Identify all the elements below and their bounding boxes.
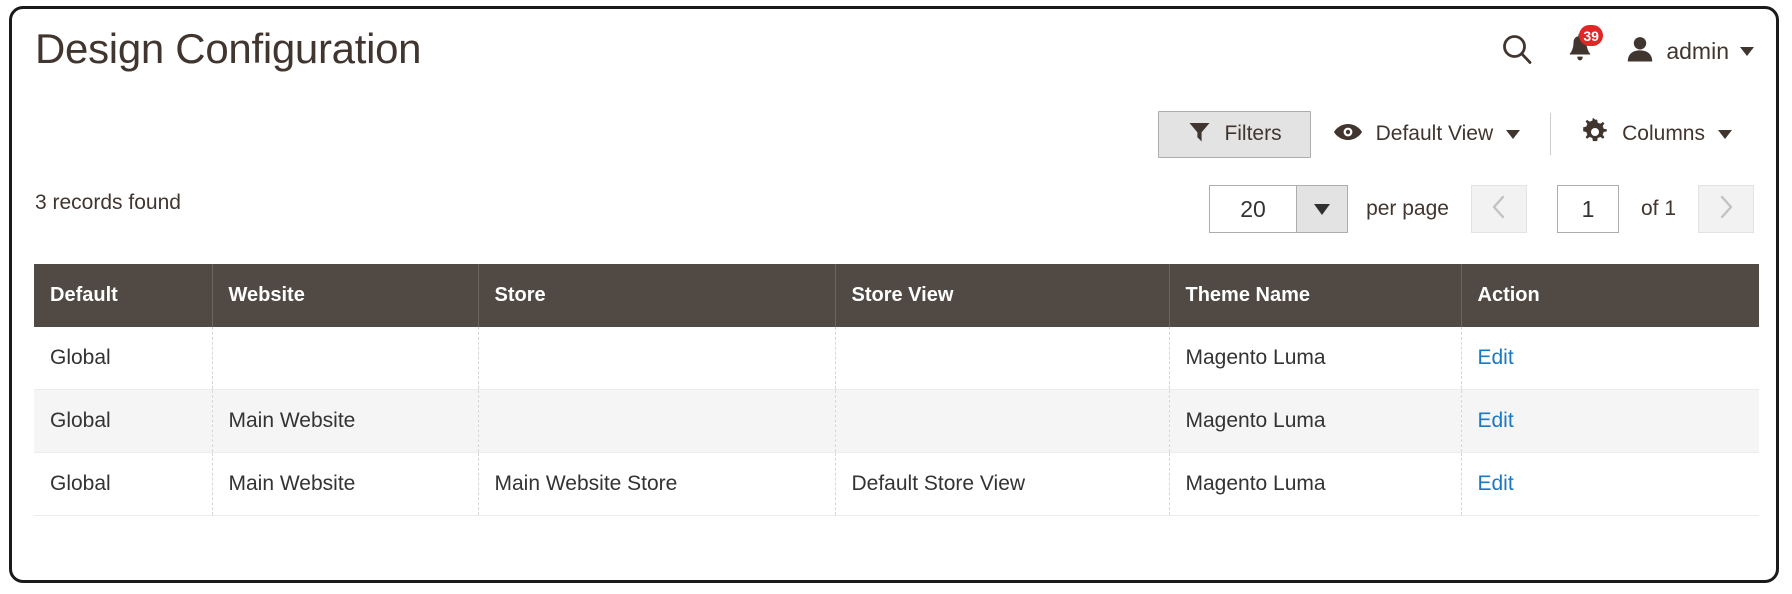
- grid-toolbar: Filters Default View Columns: [1158, 110, 1754, 158]
- funnel-icon: [1187, 119, 1212, 149]
- cell-website: Main Website: [212, 452, 479, 516]
- chevron-right-icon: [1717, 194, 1735, 225]
- cell-store-view: Default Store View: [835, 452, 1170, 516]
- cell-store: [478, 389, 836, 453]
- page-header: Design Configuration 39 admin: [12, 9, 1776, 107]
- cell-store: Main Website Store: [478, 452, 836, 516]
- cell-default: Global: [34, 327, 213, 390]
- bookmarks-view-selector[interactable]: Default View: [1311, 110, 1543, 158]
- per-page-selector[interactable]: 20: [1209, 185, 1349, 233]
- toolbar-divider: [1550, 113, 1552, 155]
- chevron-down-icon: [1718, 129, 1732, 139]
- cell-website: Main Website: [212, 389, 479, 453]
- cell-store-view: [835, 389, 1170, 453]
- column-header-action: Action: [1461, 264, 1759, 327]
- pagination-controls: 20 per page 1 of 1: [1209, 185, 1754, 233]
- cell-website: [212, 327, 479, 390]
- columns-selector[interactable]: Columns: [1559, 110, 1754, 158]
- notification-count-badge: 39: [1579, 25, 1603, 46]
- cell-default: Global: [34, 452, 213, 516]
- filters-button[interactable]: Filters: [1158, 110, 1311, 158]
- page-title: Design Configuration: [35, 25, 422, 72]
- cell-action: Edit: [1461, 389, 1759, 453]
- column-header-store[interactable]: Store: [478, 264, 836, 327]
- table-header-row: Default Website Store Store View Theme N…: [34, 264, 1759, 327]
- search-button[interactable]: [1489, 27, 1545, 75]
- cell-default: Global: [34, 389, 213, 453]
- search-icon: [1500, 32, 1534, 71]
- cell-action: Edit: [1461, 452, 1759, 516]
- records-found-label: 3 records found: [35, 191, 181, 214]
- cell-store: [478, 327, 836, 390]
- default-view-label: Default View: [1375, 122, 1494, 145]
- admin-account-menu[interactable]: admin: [1615, 34, 1754, 69]
- total-pages-label: of 1: [1640, 197, 1676, 220]
- admin-username: admin: [1666, 37, 1729, 64]
- filters-label: Filters: [1224, 122, 1282, 145]
- cell-store-view: [835, 327, 1170, 390]
- next-page-button[interactable]: [1698, 185, 1754, 233]
- edit-link[interactable]: Edit: [1478, 346, 1514, 369]
- chevron-down-icon: [1314, 203, 1331, 215]
- table-row[interactable]: Global Main Website Magento Luma Edit: [34, 389, 1759, 453]
- design-configuration-grid: Default Website Store Store View Theme N…: [34, 264, 1759, 516]
- eye-icon: [1333, 121, 1363, 148]
- column-header-website[interactable]: Website: [212, 264, 479, 327]
- cell-theme-name: Magento Luma: [1169, 327, 1462, 390]
- table-row[interactable]: Global Magento Luma Edit: [34, 327, 1759, 390]
- column-header-default[interactable]: Default: [34, 264, 213, 327]
- admin-page-frame: Design Configuration 39 admin Filters De…: [9, 6, 1779, 583]
- per-page-dropdown-toggle[interactable]: [1296, 186, 1348, 232]
- chevron-down-icon: [1740, 46, 1754, 56]
- per-page-value: 20: [1210, 186, 1297, 232]
- current-page-input[interactable]: 1: [1556, 185, 1619, 233]
- user-avatar-icon: [1625, 34, 1655, 69]
- cell-theme-name: Magento Luma: [1169, 389, 1462, 453]
- cell-action: Edit: [1461, 327, 1759, 390]
- edit-link[interactable]: Edit: [1478, 409, 1514, 432]
- table-row[interactable]: Global Main Website Main Website Store D…: [34, 452, 1759, 516]
- gear-icon: [1581, 117, 1609, 151]
- chevron-down-icon: [1506, 129, 1521, 139]
- edit-link[interactable]: Edit: [1478, 472, 1514, 495]
- per-page-label: per page: [1366, 197, 1449, 220]
- columns-label: Columns: [1622, 122, 1705, 145]
- column-header-store-view[interactable]: Store View: [835, 264, 1170, 327]
- previous-page-button[interactable]: [1470, 185, 1527, 233]
- notifications-button[interactable]: 39: [1545, 25, 1615, 75]
- cell-theme-name: Magento Luma: [1169, 452, 1462, 516]
- header-actions: 39 admin: [1489, 25, 1754, 75]
- chevron-left-icon: [1490, 194, 1508, 225]
- column-header-theme-name[interactable]: Theme Name: [1169, 264, 1462, 327]
